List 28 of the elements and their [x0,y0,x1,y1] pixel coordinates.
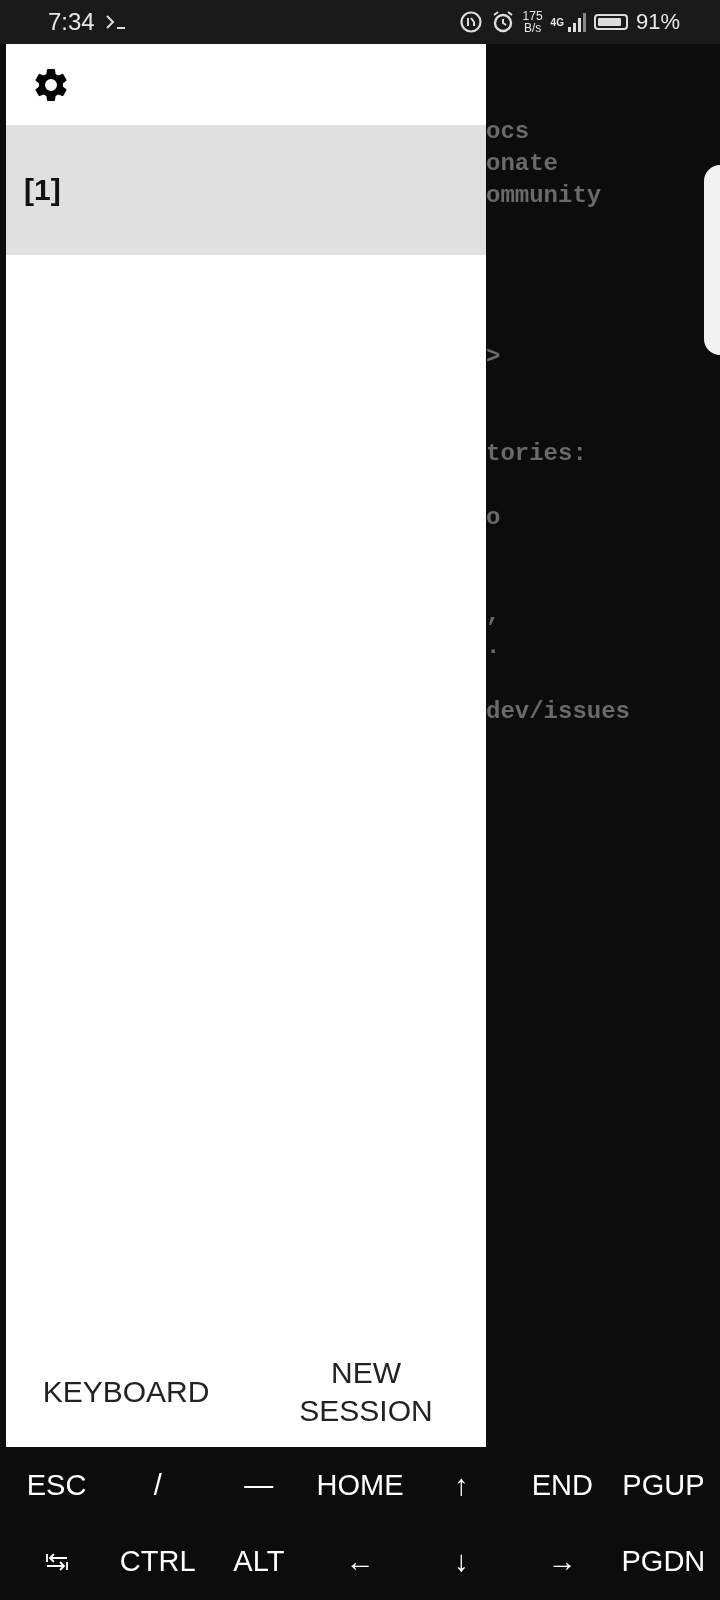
battery-icon [593,14,628,30]
network-speed: 175 [522,10,543,22]
data-saver-icon [458,10,483,34]
battery-percent: 91% [635,9,680,35]
extra-key[interactable]: → [511,1523,613,1600]
edge-handle[interactable] [704,165,720,355]
extra-key[interactable]: PGUP [612,1447,714,1524]
extra-key[interactable]: ↑ [410,1447,512,1524]
extra-key[interactable]: END [511,1447,613,1524]
new-session-button[interactable]: NEW SESSION [246,1354,486,1430]
tab-arrows-icon [45,1551,68,1572]
session-item[interactable]: [1] [6,125,486,255]
extra-key[interactable]: ↓ [410,1523,512,1600]
extra-key[interactable]: ← [309,1523,411,1600]
extra-key[interactable]: HOME [309,1447,411,1524]
network-type: 4G [550,16,564,28]
keyboard-button[interactable]: KEYBOARD [6,1373,246,1411]
clock-time: 7:34 [48,8,95,36]
extra-key[interactable]: PGDN [612,1523,714,1600]
signal-icon [567,11,586,33]
extra-key[interactable]: — [208,1447,310,1524]
network-speed-unit: B/s [523,22,542,34]
extra-key[interactable]: / [107,1447,209,1524]
terminal-output: ocs onate ommunity > tories: o , . dev/issues [486,117,631,727]
extra-key[interactable]: ALT [208,1523,310,1600]
terminal-prompt-icon [104,14,127,30]
extra-key[interactable]: ESC [6,1447,108,1524]
extra-key[interactable]: CTRL [107,1523,209,1600]
